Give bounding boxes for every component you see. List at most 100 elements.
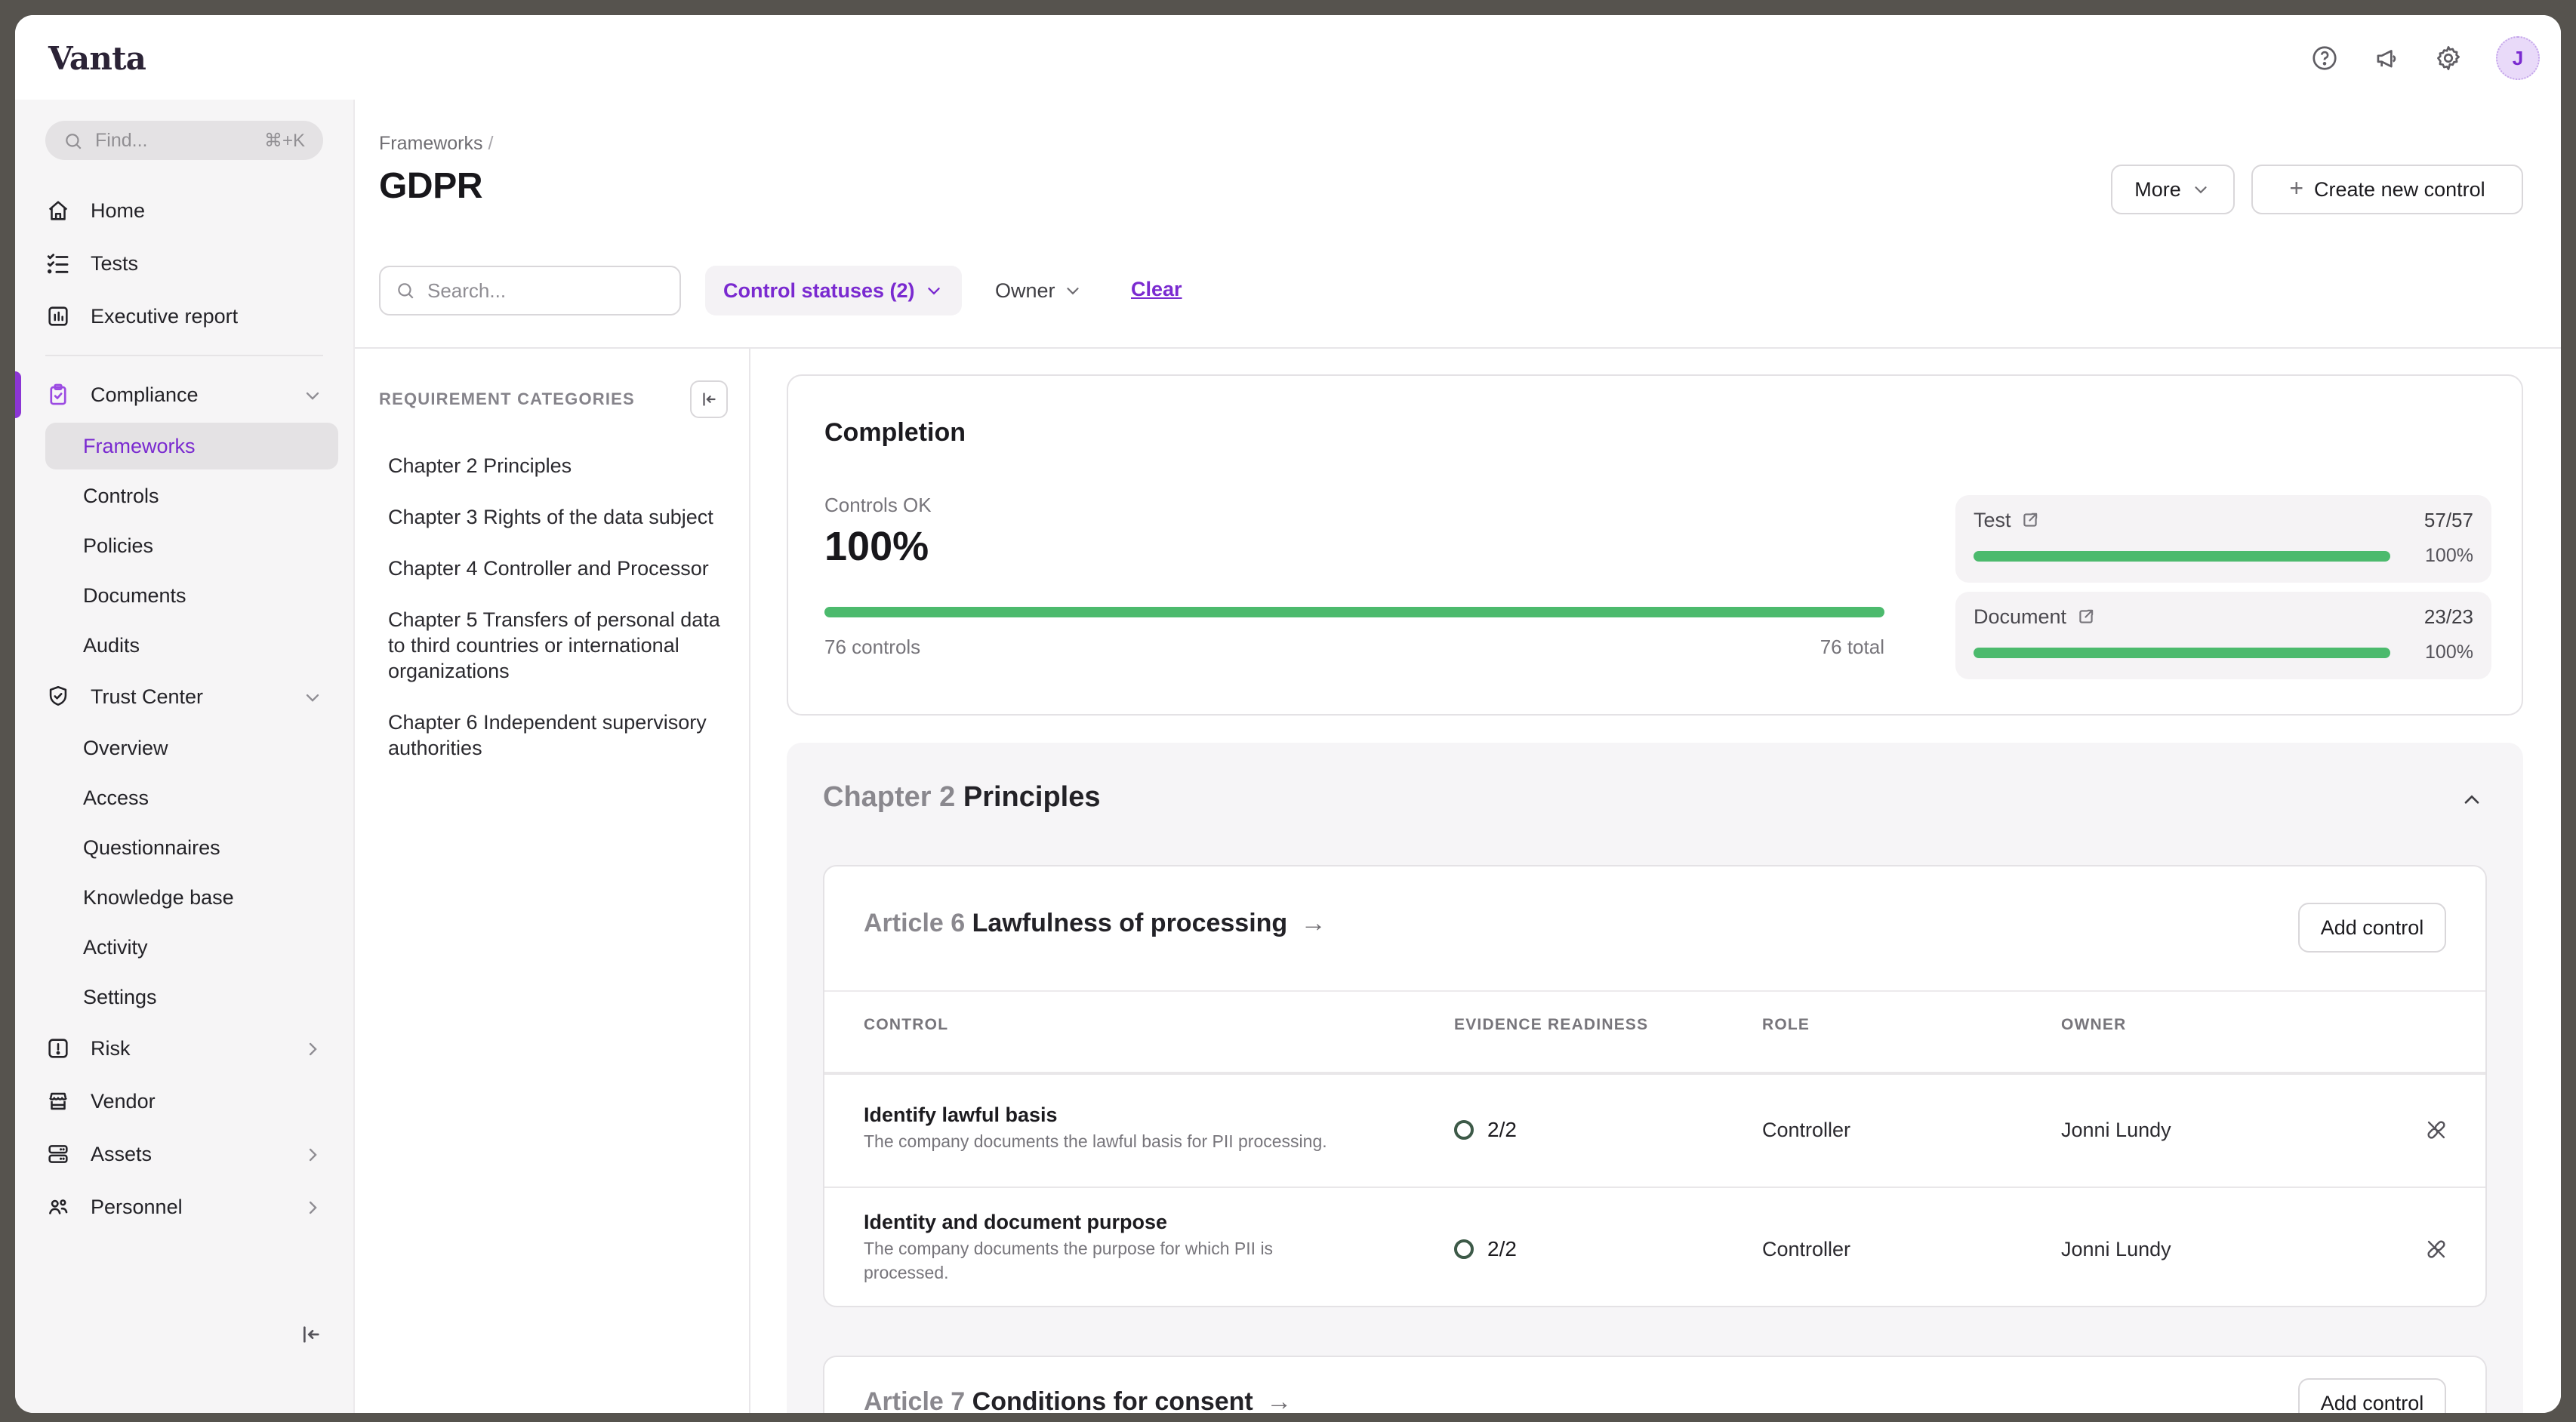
unlink-icon[interactable] [2423,1236,2449,1261]
stage: Vanta J Find... ⌘+K [0,0,2576,1422]
arrow-right-icon: → [1301,909,1327,937]
chapter-heading: Chapter 2 Principles [823,782,1101,815]
external-link-icon[interactable] [2075,607,2095,626]
completion-card: Completion Controls OK 100% 76 controls … [787,374,2523,716]
category-item-chapter-6[interactable]: Chapter 6 Independent supervisory author… [388,709,732,761]
settings-gear-icon[interactable] [2434,43,2463,72]
sidebar-item-controls[interactable]: Controls [15,471,353,521]
sidebar-item-assets[interactable]: Assets [15,1128,353,1180]
table-row[interactable]: Identify lawful basis The company docume… [864,1073,2449,1185]
document-progress-bar [1974,647,2390,657]
sidebar-item-personnel[interactable]: Personnel [15,1180,353,1233]
find-input[interactable]: Find... ⌘+K [45,121,323,160]
sidebar-nav: Home Tests Executive report [15,184,353,1233]
sidebar-item-executive-report[interactable]: Executive report [15,290,353,343]
sidebar-item-risk[interactable]: Risk [15,1022,353,1075]
completion-progress-bar [824,607,1884,617]
chevron-down-icon [2192,180,2211,199]
find-placeholder: Find... [95,130,148,151]
sidebar-item-label: Vendor [91,1090,156,1113]
category-item-chapter-4[interactable]: Chapter 4 Controller and Processor [388,556,732,581]
clear-filters-link[interactable]: Clear [1131,278,1182,300]
article-7-card: Article 7 Conditions for consent → Add c… [823,1356,2487,1413]
sidebar-item-settings[interactable]: Settings [15,972,353,1022]
bar-chart-icon [45,303,71,329]
column-role: ROLE [1762,1016,2061,1034]
sidebar-item-label: Trust Center [91,685,203,708]
sidebar-item-tests[interactable]: Tests [15,237,353,290]
chapter-prefix: Chapter 2 [823,782,955,814]
completion-title: Completion [824,418,966,448]
sidebar-item-overview[interactable]: Overview [15,723,353,773]
sidebar-item-vendor[interactable]: Vendor [15,1075,353,1128]
sidebar-item-label: Access [83,786,149,809]
role-cell: Controller [1762,1118,2061,1140]
test-readiness-box: Test 57/57 100% [1955,495,2491,583]
header-divider [355,347,2561,349]
chevron-right-icon [302,1143,323,1165]
evidence-ring-icon [1454,1119,1474,1139]
sidebar-item-trust-center[interactable]: Trust Center [15,670,353,723]
owner-filter[interactable]: Owner [995,266,1083,315]
sidebar-item-compliance[interactable]: Compliance [15,368,353,421]
sidebar-item-frameworks[interactable]: Frameworks [45,423,338,469]
find-shortcut: ⌘+K [264,130,305,151]
breadcrumb[interactable]: Frameworks / [379,133,493,154]
sidebar-item-access[interactable]: Access [15,773,353,823]
chevron-down-icon [302,686,323,707]
sidebar-item-activity[interactable]: Activity [15,922,353,972]
external-link-icon[interactable] [2020,510,2040,530]
user-avatar[interactable]: J [2496,35,2540,79]
active-section-indicator [15,371,21,418]
breadcrumb-frameworks[interactable]: Frameworks [379,133,483,154]
vanta-logo: Vanta [48,38,146,76]
sidebar-item-label: Tests [91,252,138,275]
table-row[interactable]: Identity and document purpose The compan… [864,1188,2449,1309]
unlink-icon[interactable] [2423,1116,2449,1142]
categories-collapse-button[interactable] [690,380,728,418]
search-input[interactable] [427,279,664,302]
chevron-down-icon [924,281,944,300]
sidebar-item-questionnaires[interactable]: Questionnaires [15,823,353,873]
create-label: Create new control [2314,178,2485,201]
test-count: 57/57 [2424,509,2473,531]
sidebar-item-label: Frameworks [83,435,196,457]
section-collapse-chevron-up-icon[interactable] [2460,788,2484,812]
article-6-heading[interactable]: Article 6 Lawfulness of processing → [864,909,1327,939]
add-control-button[interactable]: Add control [2298,903,2446,953]
category-item-chapter-5[interactable]: Chapter 5 Transfers of personal data to … [388,607,732,684]
more-button[interactable]: More [2111,165,2235,214]
article-7-heading[interactable]: Article 7 Conditions for consent → [864,1387,1292,1413]
breadcrumb-separator: / [488,133,494,154]
chevron-down-icon [1063,281,1083,300]
sidebar-item-documents[interactable]: Documents [15,571,353,620]
control-statuses-filter[interactable]: Control statuses (2) [705,266,962,315]
sidebar-item-home[interactable]: Home [15,184,353,237]
add-control-button[interactable]: Add control [2298,1378,2446,1413]
sidebar-item-knowledge-base[interactable]: Knowledge base [15,873,353,922]
document-percent: 100% [2425,642,2473,663]
page-title: GDPR [379,166,482,208]
sidebar-item-label: Policies [83,534,153,557]
role-cell: Controller [1762,1237,2061,1260]
total-count: 76 total [1733,636,1884,658]
sidebar-collapse-icon[interactable] [299,1322,323,1347]
create-new-control-button[interactable]: + Create new control [2251,165,2523,214]
help-icon[interactable] [2310,43,2339,72]
sidebar-item-label: Activity [83,936,148,959]
card-divider [824,990,2485,992]
announcements-megaphone-icon[interactable] [2372,43,2401,72]
avatar-initial: J [2513,46,2523,69]
sidebar-item-policies[interactable]: Policies [15,521,353,571]
sidebar-item-label: Controls [83,485,159,507]
chevron-right-icon [302,1196,323,1217]
category-item-chapter-2[interactable]: Chapter 2 Principles [388,453,732,479]
sidebar-item-label: Questionnaires [83,836,220,859]
control-description: The company documents the purpose for wh… [864,1239,1362,1286]
sidebar-item-label: Executive report [91,305,238,328]
control-name[interactable]: Identify lawful basis [864,1103,1454,1125]
collapse-left-icon [699,389,719,409]
control-name[interactable]: Identity and document purpose [864,1211,1454,1233]
category-item-chapter-3[interactable]: Chapter 3 Rights of the data subject [388,504,732,530]
sidebar-item-audits[interactable]: Audits [15,620,353,670]
